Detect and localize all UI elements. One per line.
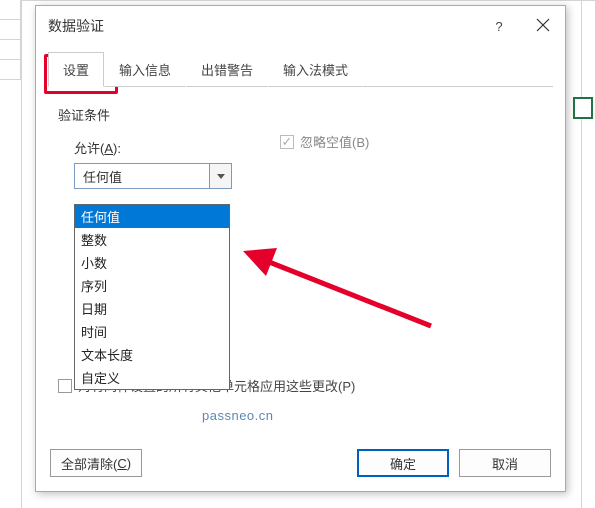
close-icon xyxy=(536,16,550,37)
tab-settings[interactable]: 设置 xyxy=(48,52,104,87)
settings-panel: 验证条件 允许(A): 任何值 ✓ 忽略空值(B) xyxy=(36,87,565,189)
checkbox-box xyxy=(58,379,72,393)
chevron-down-icon xyxy=(217,174,225,179)
dropdown-option-textlen[interactable]: 文本长度 xyxy=(75,343,229,366)
data-validation-dialog: 数据验证 ? 设置 输入信息 出错警告 输入法模式 验证条件 允许(A): 任何… xyxy=(35,5,566,492)
cancel-button[interactable]: 取消 xyxy=(459,449,551,477)
tab-input-message[interactable]: 输入信息 xyxy=(104,52,186,87)
dropdown-option-date[interactable]: 日期 xyxy=(75,297,229,320)
ok-button[interactable]: 确定 xyxy=(357,449,449,477)
dropdown-option-time[interactable]: 时间 xyxy=(75,320,229,343)
dialog-button-row: 全部清除(C) 确定 取消 xyxy=(50,449,551,477)
ignore-blank-label: 忽略空值(B) xyxy=(300,132,369,151)
tab-error-alert[interactable]: 出错警告 xyxy=(186,52,268,87)
dropdown-option-decimal[interactable]: 小数 xyxy=(75,251,229,274)
dropdown-option-any[interactable]: 任何值 xyxy=(75,205,229,228)
ignore-blank-checkbox: ✓ 忽略空值(B) xyxy=(280,132,369,151)
checkbox-box: ✓ xyxy=(280,135,294,149)
clear-all-button[interactable]: 全部清除(C) xyxy=(50,449,142,477)
tab-strip: 设置 输入信息 出错警告 输入法模式 xyxy=(36,52,565,87)
close-button[interactable] xyxy=(521,6,565,46)
title-bar: 数据验证 ? xyxy=(36,6,565,46)
selected-cell[interactable] xyxy=(573,97,593,119)
annotation-arrow xyxy=(241,236,436,336)
validation-criteria-label: 验证条件 xyxy=(58,105,543,124)
help-icon: ? xyxy=(495,19,502,34)
allow-combobox[interactable]: 任何值 xyxy=(74,163,232,189)
allow-combobox-value: 任何值 xyxy=(75,167,209,186)
checkmark-icon: ✓ xyxy=(282,135,293,148)
allow-combobox-button[interactable] xyxy=(209,164,231,188)
help-button[interactable]: ? xyxy=(477,6,521,46)
dropdown-option-whole[interactable]: 整数 xyxy=(75,228,229,251)
allow-dropdown-list[interactable]: 任何值 整数 小数 序列 日期 时间 文本长度 自定义 xyxy=(74,204,230,390)
watermark-text: passneo.cn xyxy=(202,408,274,423)
dialog-title: 数据验证 xyxy=(48,16,104,36)
dropdown-option-custom[interactable]: 自定义 xyxy=(75,366,229,389)
dropdown-option-list[interactable]: 序列 xyxy=(75,274,229,297)
tab-ime-mode[interactable]: 输入法模式 xyxy=(268,52,363,87)
